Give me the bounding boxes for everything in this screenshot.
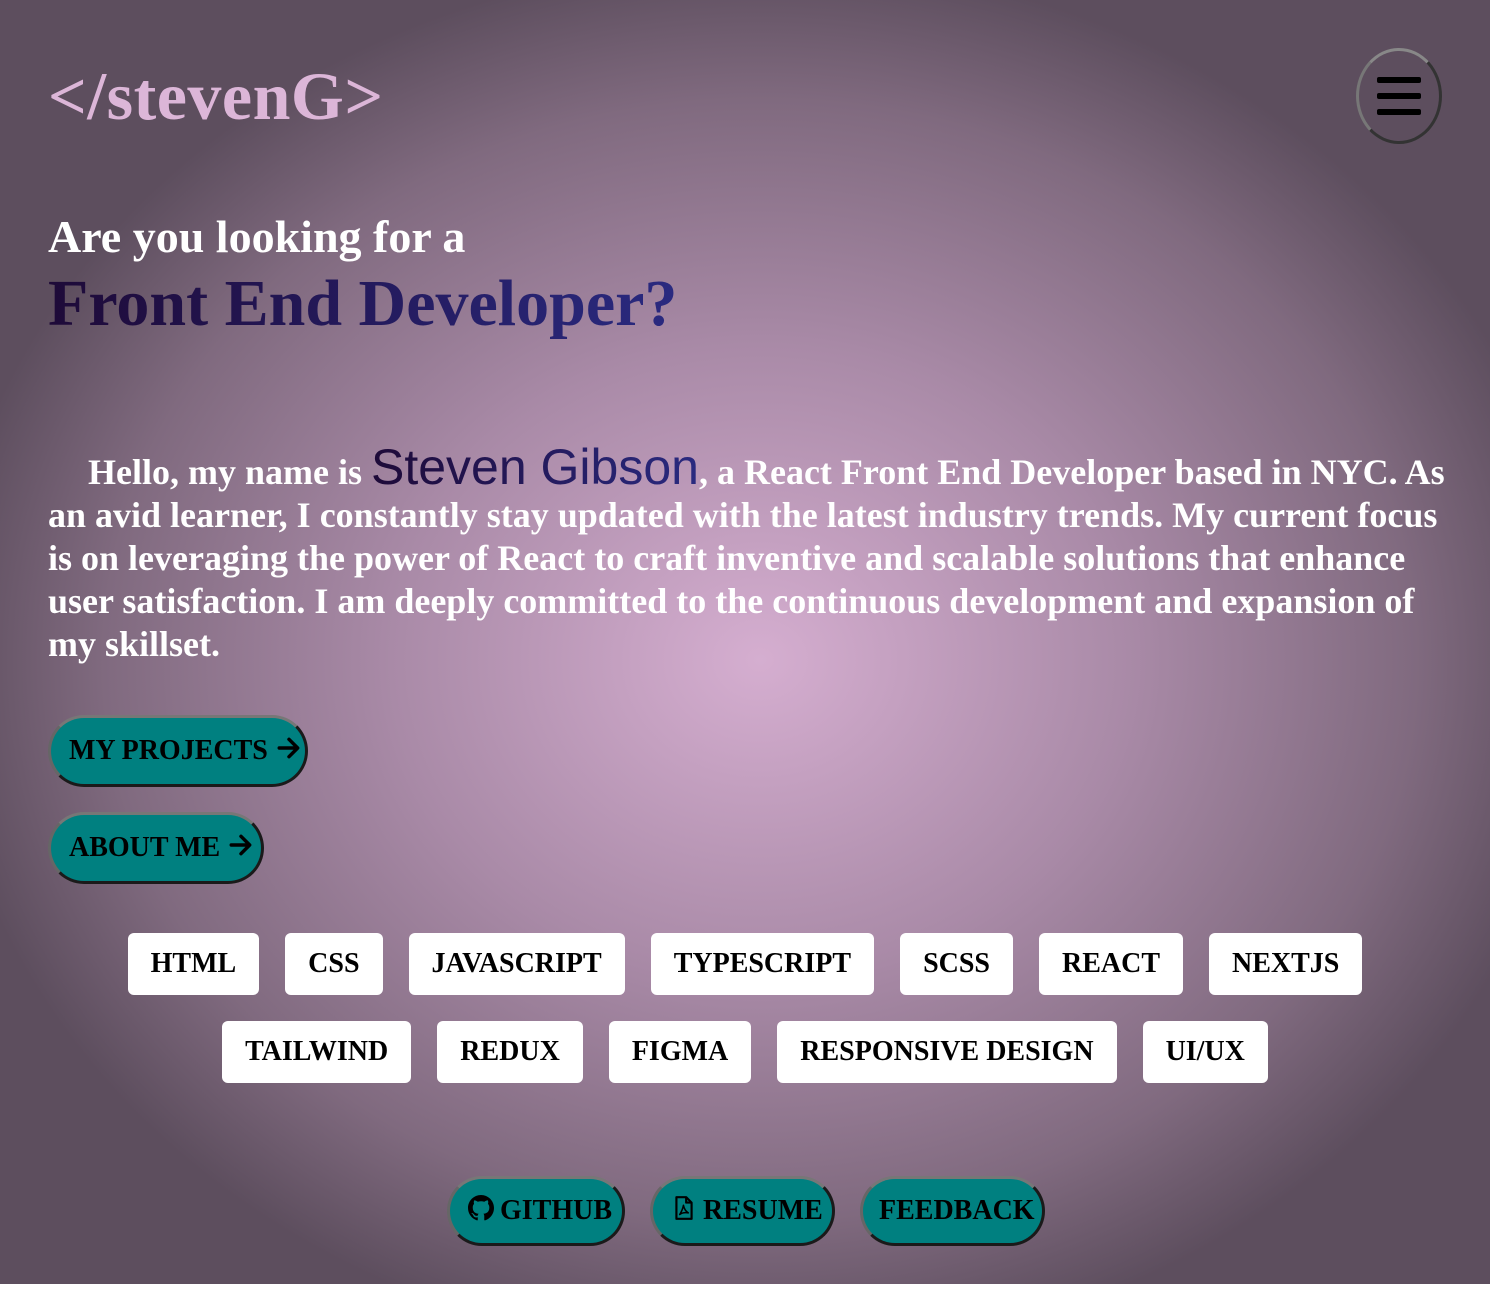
resume-label: RESUME bbox=[703, 1195, 823, 1226]
my-projects-label: MY PROJECTS bbox=[69, 735, 268, 766]
skill-chip: CSS bbox=[285, 933, 383, 995]
pdf-file-icon bbox=[675, 1196, 693, 1220]
my-projects-button[interactable]: MY PROJECTS bbox=[48, 715, 308, 787]
skill-chip: TYPESCRIPT bbox=[650, 933, 875, 995]
skill-chip: REACT bbox=[1039, 933, 1184, 995]
feedback-button[interactable]: FEEDBACK bbox=[860, 1176, 1045, 1246]
skill-chip: TAILWIND bbox=[222, 1021, 412, 1083]
skill-chip: RESPONSIVE DESIGN bbox=[777, 1021, 1117, 1083]
intro-prefix: Hello, my name is bbox=[88, 452, 371, 492]
github-label: GITHUB bbox=[500, 1195, 613, 1226]
skill-chip: HTML bbox=[127, 933, 260, 995]
github-icon bbox=[468, 1195, 494, 1221]
arrow-right-icon bbox=[229, 834, 252, 856]
resume-button[interactable]: RESUME bbox=[650, 1176, 835, 1246]
intro-paragraph: Hello, my name is Steven Gibson, a React… bbox=[48, 442, 1448, 666]
about-me-label: ABOUT ME bbox=[69, 832, 221, 863]
skill-chip: NEXTJS bbox=[1209, 933, 1363, 995]
skill-chip: JAVASCRIPT bbox=[408, 933, 625, 995]
skill-chip: SCSS bbox=[900, 933, 1013, 995]
feedback-label: FEEDBACK bbox=[879, 1195, 1035, 1226]
github-button[interactable]: GITHUB bbox=[447, 1176, 625, 1246]
home-page: </stevenG> Are you looking for a Front E… bbox=[0, 0, 1490, 1284]
hero-title: Front End Developer? bbox=[48, 267, 678, 340]
skill-chip: UI/UX bbox=[1142, 1021, 1268, 1083]
developer-name: Steven Gibson bbox=[370, 439, 699, 495]
skills-row-2: TAILWIND REDUX FIGMA RESPONSIVE DESIGN U… bbox=[0, 1021, 1490, 1083]
hamburger-menu-icon bbox=[1377, 77, 1421, 115]
hero-subtitle: Are you looking for a bbox=[48, 211, 466, 262]
skill-chip: FIGMA bbox=[608, 1021, 752, 1083]
skill-chip: REDUX bbox=[437, 1021, 583, 1083]
about-me-button[interactable]: ABOUT ME bbox=[48, 812, 264, 884]
site-logo[interactable]: </stevenG> bbox=[48, 62, 384, 130]
menu-button[interactable] bbox=[1356, 48, 1442, 144]
arrow-right-icon bbox=[277, 737, 300, 759]
skills-row-1: HTML CSS JAVASCRIPT TYPESCRIPT SCSS REAC… bbox=[0, 933, 1490, 995]
